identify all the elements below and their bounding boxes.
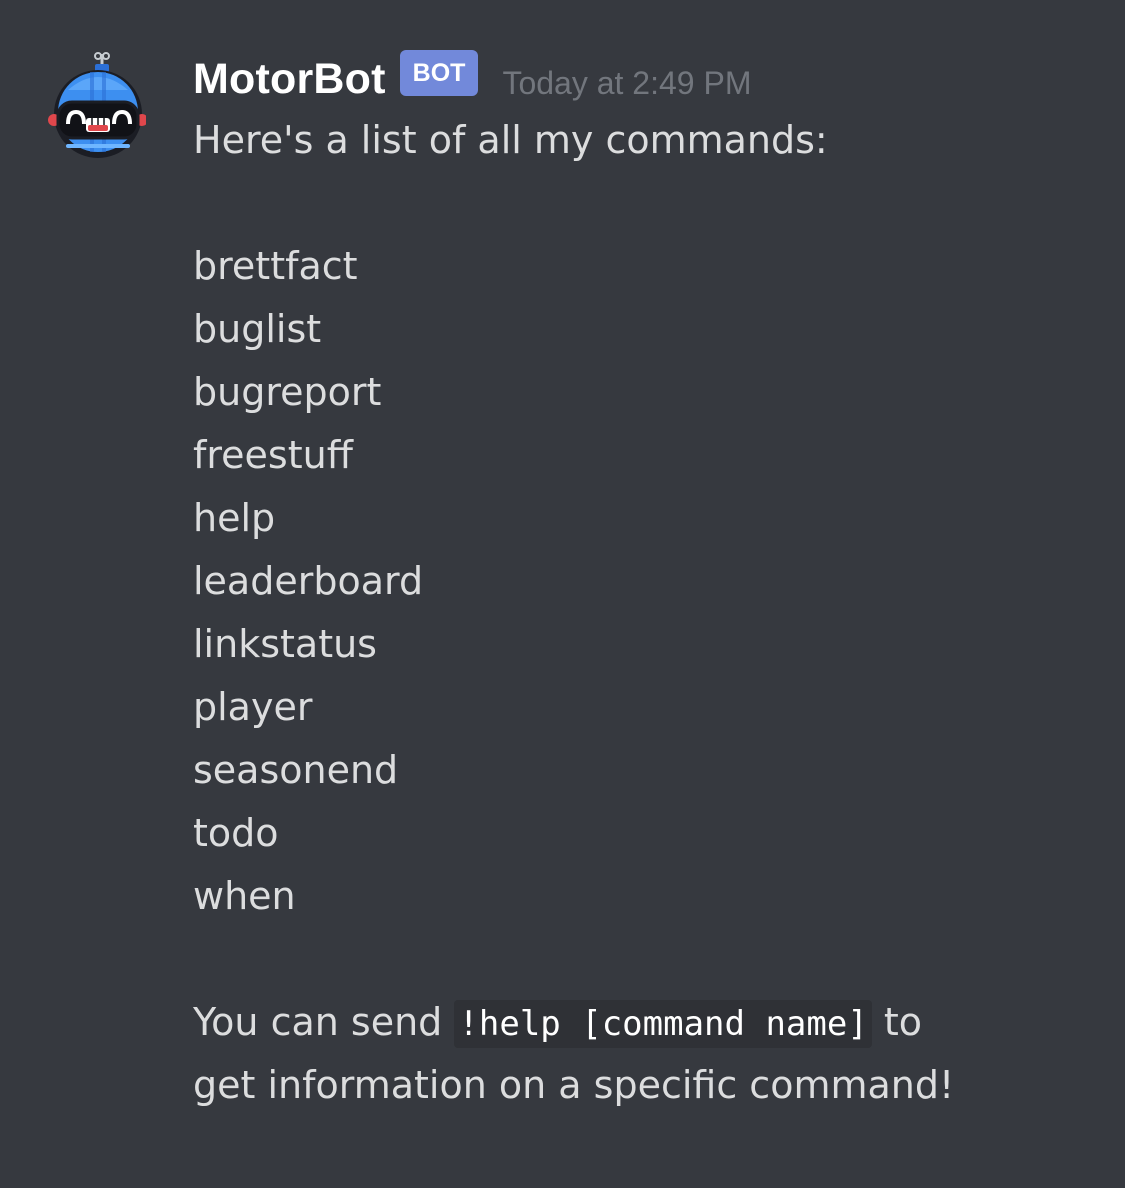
intro-text: Here's a list of all my commands:: [193, 118, 828, 162]
command-item: leaderboard: [193, 559, 424, 603]
command-item: freestuff: [193, 433, 353, 477]
message-content: MotorBot BOT Today at 2:49 PM Here's a l…: [193, 50, 1085, 1117]
footer-line-1: You can send !help [command name] to: [193, 991, 1085, 1054]
message-body: Here's a list of all my commands: brettf…: [193, 109, 1085, 1117]
command-item: seasonend: [193, 748, 399, 792]
command-item: buglist: [193, 307, 322, 351]
footer-suffix: to: [883, 1000, 923, 1044]
chat-message: MotorBot BOT Today at 2:49 PM Here's a l…: [0, 0, 1125, 1188]
inline-code: !help [command name]: [454, 1000, 872, 1048]
message-header: MotorBot BOT Today at 2:49 PM: [193, 50, 1085, 106]
command-item: linkstatus: [193, 622, 377, 666]
command-item: todo: [193, 811, 279, 855]
robot-avatar-icon[interactable]: [46, 50, 148, 162]
command-item: player: [193, 685, 313, 729]
command-item: brettfact: [193, 244, 358, 288]
message-timestamp: Today at 2:49 PM: [502, 64, 752, 101]
author-name[interactable]: MotorBot: [193, 55, 386, 104]
footer-prefix: You can send: [193, 1000, 443, 1044]
command-item: bugreport: [193, 370, 382, 414]
command-item: help: [193, 496, 276, 540]
command-item: when: [193, 874, 296, 918]
footer-line-2: get information on a specific command!: [193, 1063, 955, 1107]
bot-tag-badge: BOT: [399, 50, 479, 96]
